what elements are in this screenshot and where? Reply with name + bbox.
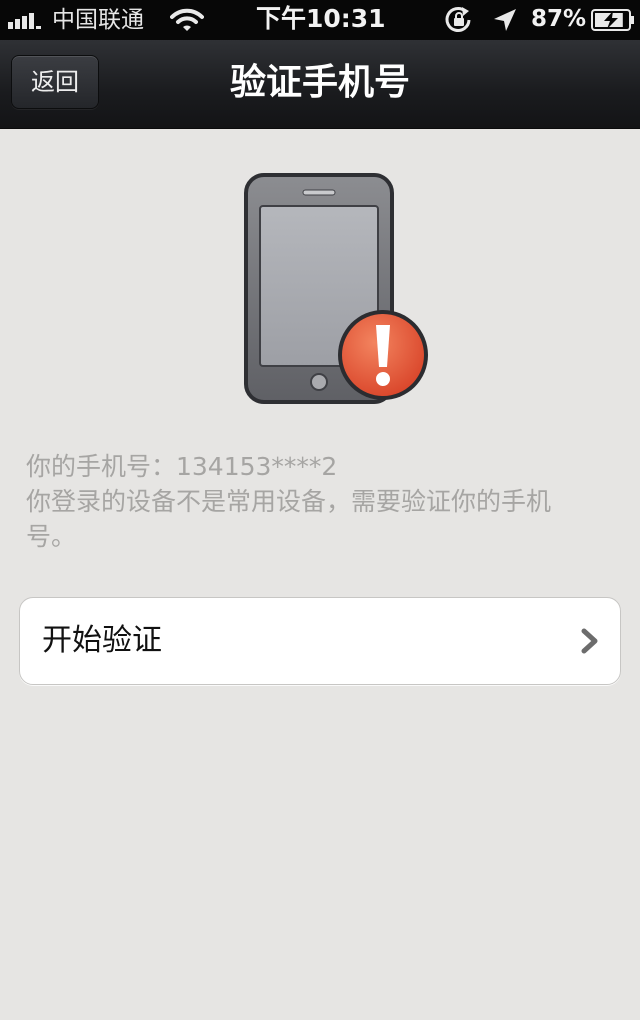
verification-info: 你的手机号：134153****2 你登录的设备不是常用设备，需要验证你的手机 … bbox=[26, 449, 626, 554]
warning-badge-icon bbox=[338, 310, 428, 400]
status-bar: 中国联通 下午10:31 87% bbox=[0, 0, 640, 40]
page-title: 验证手机号 bbox=[229, 62, 410, 103]
signal-icon bbox=[8, 13, 41, 29]
navigation-bar: 返回 验证手机号 bbox=[0, 40, 640, 129]
location-arrow-icon bbox=[494, 9, 516, 31]
battery-percentage: 87% bbox=[531, 6, 587, 32]
phone-warning-illustration bbox=[244, 173, 428, 404]
wifi-icon bbox=[170, 8, 204, 31]
chevron-right-icon bbox=[581, 628, 598, 654]
phone-number-text: 你的手机号：134153****2 bbox=[26, 452, 338, 481]
carrier-name: 中国联通 bbox=[52, 7, 144, 33]
verification-message-line2: 号。 bbox=[26, 522, 77, 551]
battery-charging-icon bbox=[591, 9, 634, 31]
verification-message-line1: 你登录的设备不是常用设备，需要验证你的手机 bbox=[26, 487, 552, 516]
start-verification-button[interactable]: 开始验证 bbox=[19, 597, 621, 685]
start-verification-label: 开始验证 bbox=[42, 623, 162, 658]
back-button[interactable]: 返回 bbox=[11, 55, 99, 109]
status-time: 下午10:31 bbox=[256, 4, 386, 33]
rotation-lock-icon bbox=[445, 7, 471, 32]
